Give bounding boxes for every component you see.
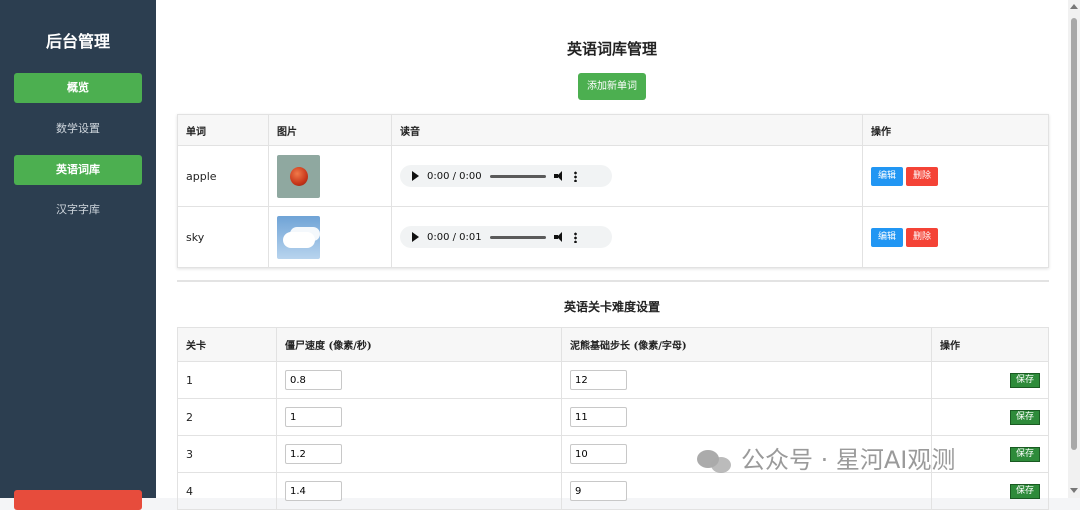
edit-button[interactable]: 编辑 xyxy=(871,227,903,247)
save-button[interactable]: 保存 xyxy=(1010,483,1040,499)
speed-input[interactable] xyxy=(285,444,342,464)
sidebar: 后台管理 概览 数学设置 英语词库 汉字字库 xyxy=(0,0,156,510)
speed-input[interactable] xyxy=(285,481,342,501)
scroll-thumb[interactable] xyxy=(1071,18,1077,450)
word-cell: apple xyxy=(177,145,269,207)
col-header-zombie-speed: 僵尸速度 (像素/秒) xyxy=(276,327,562,362)
section-divider xyxy=(177,280,1049,282)
actions-cell: 保存 xyxy=(931,472,1049,510)
step-input[interactable] xyxy=(570,407,627,427)
page-title: 英语词库管理 xyxy=(566,40,657,58)
scroll-down-icon[interactable] xyxy=(1070,488,1078,493)
audio-time: 0:00 / 0:01 xyxy=(427,231,482,243)
image-cell xyxy=(268,206,392,268)
actions-cell: 保存 xyxy=(931,361,1049,399)
col-header-actions: 操作 xyxy=(931,327,1049,362)
step-cell xyxy=(561,472,932,510)
speed-cell xyxy=(276,472,562,510)
sidebar-item-overview[interactable]: 概览 xyxy=(14,73,142,103)
table-header-row: 关卡 僵尸速度 (像素/秒) 泥熊基础步长 (像素/字母) 操作 xyxy=(177,327,1049,362)
add-word-button[interactable]: 添加新单词 xyxy=(578,73,646,100)
col-header-image: 图片 xyxy=(268,114,392,146)
step-cell xyxy=(561,361,932,399)
speed-cell xyxy=(276,398,562,436)
table-row: 2 保存 xyxy=(177,398,1049,436)
sidebar-item-math-settings[interactable]: 数学设置 xyxy=(14,114,142,144)
table-row: 1 保存 xyxy=(177,361,1049,399)
speed-cell xyxy=(276,361,562,399)
scroll-up-icon[interactable] xyxy=(1070,4,1078,9)
words-table: 单词 图片 读音 操作 apple 0:00 / 0:00 编辑 删除 sky … xyxy=(177,114,1049,268)
word-cell: sky xyxy=(177,206,269,268)
sidebar-item-chinese-chars[interactable]: 汉字字库 xyxy=(14,195,142,225)
col-header-level: 关卡 xyxy=(177,327,277,362)
sidebar-title: 后台管理 xyxy=(45,32,110,51)
levels-table: 关卡 僵尸速度 (像素/秒) 泥熊基础步长 (像素/字母) 操作 1 保存 2 … xyxy=(177,327,1049,510)
audio-progress-track[interactable] xyxy=(489,235,546,239)
speed-cell xyxy=(276,435,562,473)
audio-player[interactable]: 0:00 / 0:01 xyxy=(400,226,612,248)
step-cell xyxy=(561,398,932,436)
audio-progress-track[interactable] xyxy=(489,174,546,178)
actions-cell: 保存 xyxy=(931,398,1049,436)
volume-icon[interactable] xyxy=(553,171,566,181)
step-input[interactable] xyxy=(570,481,627,501)
logout-button[interactable] xyxy=(14,490,142,510)
levels-title: 英语关卡难度设置 xyxy=(563,300,660,314)
level-cell: 2 xyxy=(177,398,277,436)
apple-image xyxy=(277,154,320,198)
level-cell: 1 xyxy=(177,361,277,399)
audio-player[interactable]: 0:00 / 0:00 xyxy=(400,165,612,187)
col-header-actions: 操作 xyxy=(862,114,1049,146)
more-options-icon[interactable] xyxy=(573,170,577,182)
watermark-text: 公众号 · 星河AI观测 xyxy=(741,446,956,474)
speed-input[interactable] xyxy=(285,407,342,427)
image-cell xyxy=(268,145,392,207)
delete-button[interactable]: 删除 xyxy=(906,227,938,247)
table-header-row: 单词 图片 读音 操作 xyxy=(177,114,1049,146)
step-input[interactable] xyxy=(570,444,627,464)
actions-cell: 编辑 删除 xyxy=(862,145,1049,207)
audio-time: 0:00 / 0:00 xyxy=(427,170,482,182)
audio-cell: 0:00 / 0:01 xyxy=(391,206,863,268)
table-row: 4 保存 xyxy=(177,472,1049,510)
level-cell: 4 xyxy=(177,472,277,510)
wechat-icon xyxy=(697,448,735,474)
table-row: apple 0:00 / 0:00 编辑 删除 xyxy=(177,145,1049,207)
sidebar-item-english-words[interactable]: 英语词库 xyxy=(14,155,142,185)
step-input[interactable] xyxy=(570,370,627,390)
play-icon[interactable] xyxy=(412,232,419,242)
volume-icon[interactable] xyxy=(553,232,566,242)
audio-cell: 0:00 / 0:00 xyxy=(391,145,863,207)
sky-image xyxy=(277,215,320,259)
play-icon[interactable] xyxy=(412,171,419,181)
edit-button[interactable]: 编辑 xyxy=(871,166,903,186)
speed-input[interactable] xyxy=(285,370,342,390)
delete-button[interactable]: 删除 xyxy=(906,166,938,186)
table-row: sky 0:00 / 0:01 编辑 删除 xyxy=(177,206,1049,268)
col-header-bear-step: 泥熊基础步长 (像素/字母) xyxy=(561,327,932,362)
save-button[interactable]: 保存 xyxy=(1010,372,1040,388)
scrollbar[interactable] xyxy=(1068,0,1080,498)
save-button[interactable]: 保存 xyxy=(1010,446,1040,462)
more-options-icon[interactable] xyxy=(573,231,577,243)
level-cell: 3 xyxy=(177,435,277,473)
col-header-word: 单词 xyxy=(177,114,269,146)
col-header-audio: 读音 xyxy=(391,114,863,146)
watermark: 公众号 · 星河AI观测 xyxy=(697,440,955,475)
main-content: 英语词库管理 添加新单词 单词 图片 读音 操作 apple 0:00 / 0:… xyxy=(156,0,1068,510)
save-button[interactable]: 保存 xyxy=(1010,409,1040,425)
actions-cell: 编辑 删除 xyxy=(862,206,1049,268)
